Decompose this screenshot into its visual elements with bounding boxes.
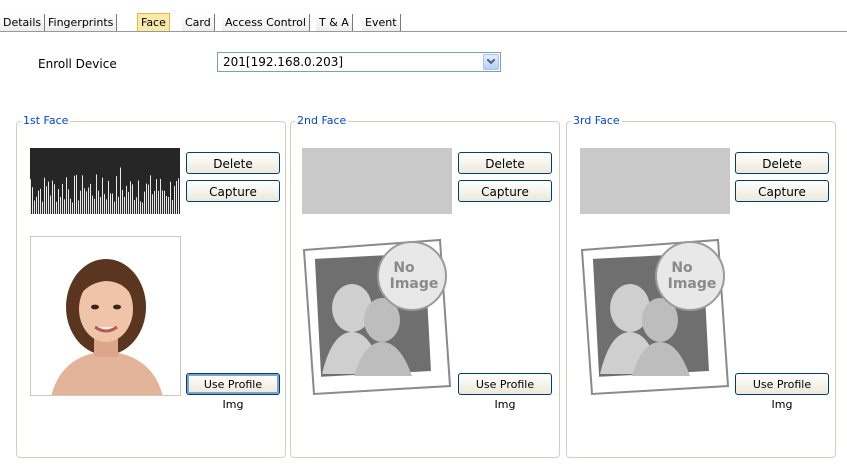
enroll-device-label: Enroll Device <box>38 57 117 71</box>
face-3-delete-button[interactable]: Delete <box>735 152 829 174</box>
face-3-template <box>580 148 730 214</box>
tab-fingerprints[interactable]: Fingerprints <box>45 14 118 31</box>
no-image-line1: No <box>671 260 693 276</box>
chevron-down-icon[interactable] <box>483 54 499 70</box>
face-3-use-profile-button[interactable]: Use Profile Img <box>735 373 829 411</box>
face-group-1-legend: 1st Face <box>21 114 71 128</box>
tab-card[interactable]: Card <box>182 14 215 31</box>
tab-event[interactable]: Event <box>362 14 401 31</box>
no-image-line2: Image <box>390 276 439 292</box>
face-1-delete-button[interactable]: Delete <box>186 152 280 174</box>
face-group-3-legend: 3rd Face <box>571 114 622 128</box>
face-3-no-image: No Image <box>580 236 732 396</box>
face-group-2-legend: 2nd Face <box>295 114 349 128</box>
no-image-icon: No Image <box>580 238 730 396</box>
face-2-capture-button[interactable]: Capture <box>458 180 552 202</box>
portrait-image <box>31 237 180 395</box>
tab-details[interactable]: Details <box>0 14 46 31</box>
no-image-line1: No <box>393 260 415 276</box>
no-image-line2: Image <box>668 276 717 292</box>
no-image-icon: No Image <box>302 238 452 396</box>
waveform-icon <box>30 167 179 214</box>
tab-bar: Details Fingerprints Face Card Access Co… <box>0 0 847 32</box>
face-3-capture-button[interactable]: Capture <box>735 180 829 202</box>
face-1-capture-button[interactable]: Capture <box>186 180 280 202</box>
face-2-delete-button[interactable]: Delete <box>458 152 552 174</box>
enroll-device-select[interactable]: 201[192.168.0.203] <box>217 52 501 72</box>
face-2-template <box>302 148 452 214</box>
tab-face[interactable]: Face <box>137 13 170 32</box>
face-2-no-image: No Image <box>302 236 454 396</box>
face-2-use-profile-button[interactable]: Use Profile Img <box>458 373 552 411</box>
face-1-use-profile-button[interactable]: Use Profile Img <box>186 373 280 411</box>
face-1-template <box>30 148 180 214</box>
enroll-device-value: 201[192.168.0.203] <box>223 55 344 69</box>
face-1-photo <box>30 236 181 396</box>
tab-t-and-a[interactable]: T & A <box>316 14 353 31</box>
tab-access-control[interactable]: Access Control <box>222 14 310 31</box>
